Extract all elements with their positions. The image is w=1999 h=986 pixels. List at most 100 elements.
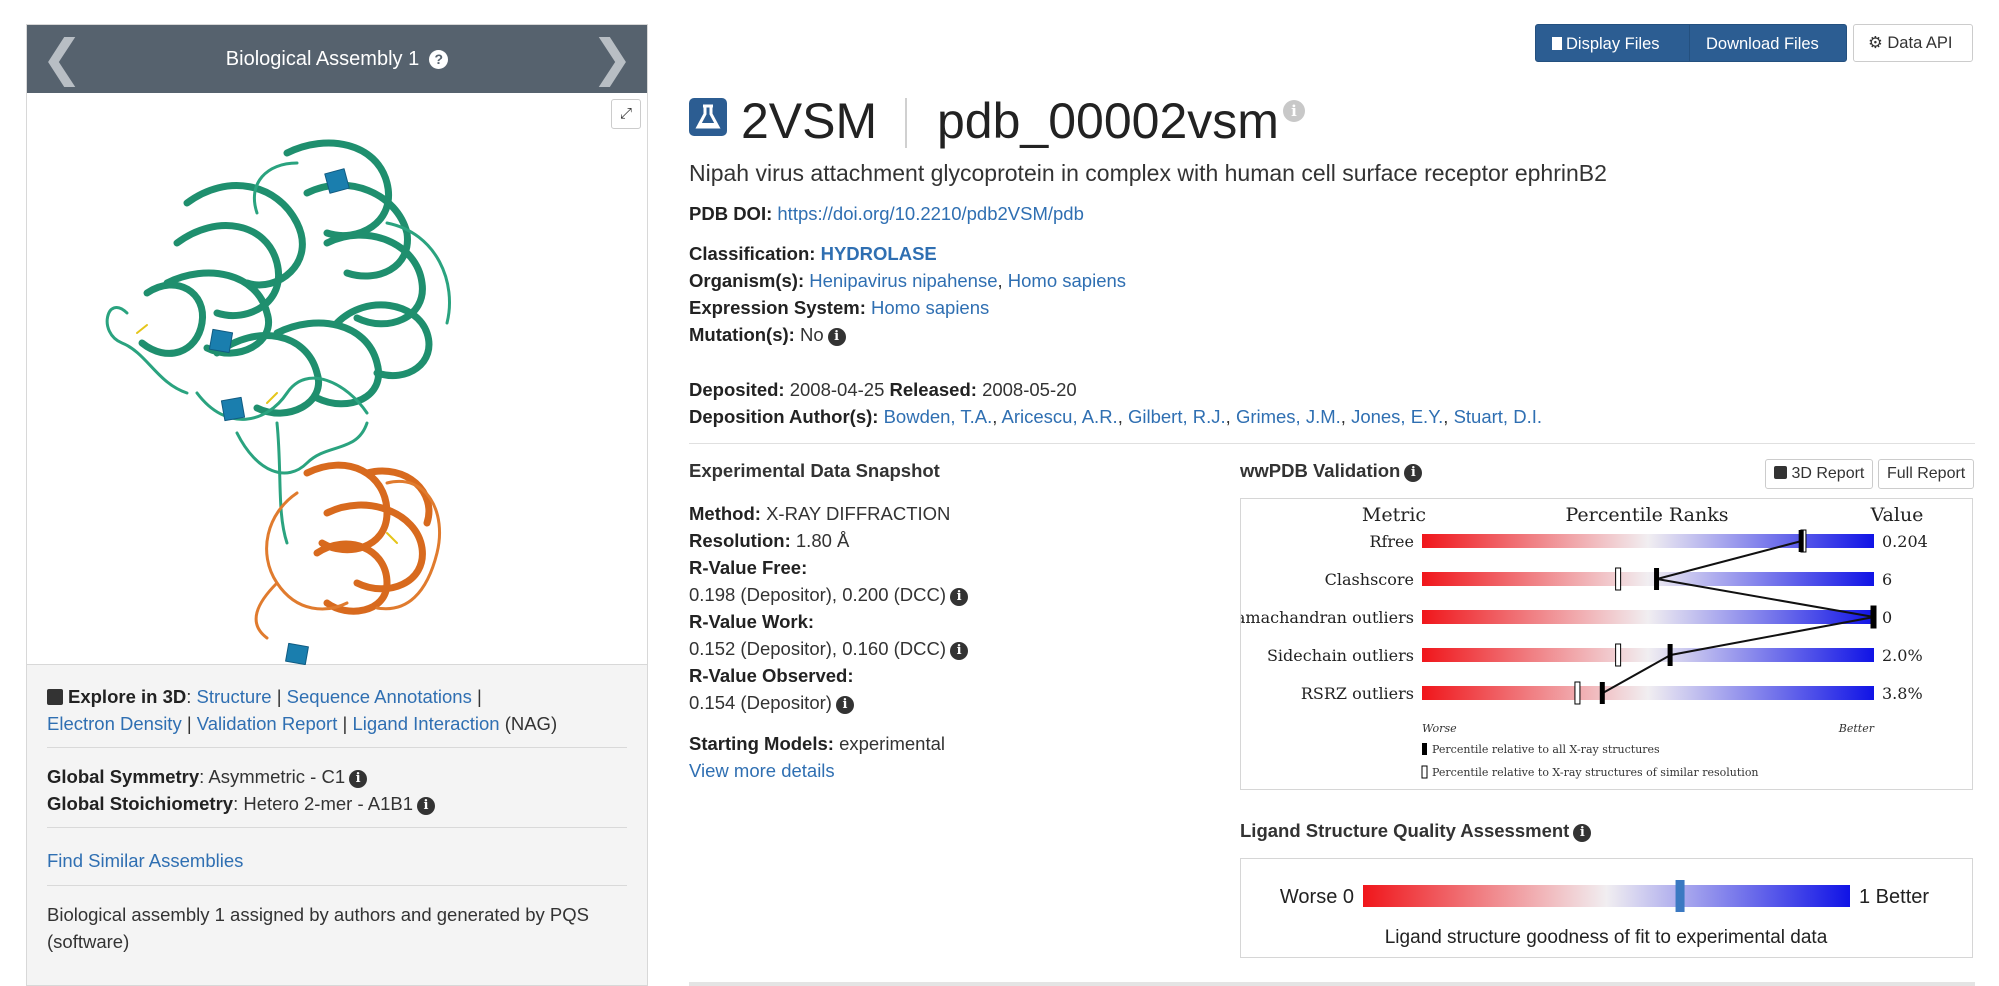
ligand-caption: Ligand structure goodness of fit to expe… (1385, 927, 1828, 948)
author-link[interactable]: Aricescu, A.R. (1002, 406, 1118, 427)
robs-label: R-Value Observed: (689, 665, 854, 686)
authors-label: Deposition Author(s): (689, 406, 879, 427)
entry-title: Nipah virus attachment glycoprotein in c… (689, 160, 1607, 186)
ligand-better-label: 1 Better (1859, 886, 1929, 908)
deposition-block: Deposited: 2008-04-25 Released: 2008-05-… (689, 379, 1542, 427)
classification-label: Classification: (689, 243, 816, 264)
ligand-heading: Ligand Structure Quality Assessment i (1240, 820, 1592, 842)
molecule-viewer[interactable]: ⤢ (27, 93, 647, 666)
validation-heading: wwPDB Validation i (1240, 460, 1423, 482)
metric-value: 2.0% (1882, 646, 1923, 665)
rfree-value: 0.198 (Depositor), 0.200 (DCC) (689, 584, 947, 605)
doi-link[interactable]: https://doi.org/10.2210/pdb2VSM/pdb (777, 203, 1084, 224)
view-more-details-link[interactable]: View more details (689, 760, 835, 781)
divider (47, 747, 627, 748)
full-report-button[interactable]: Full Report (1878, 459, 1975, 489)
validation-heading-text: wwPDB Validation (1240, 460, 1401, 481)
expand-icon[interactable]: ⤢ (611, 99, 641, 129)
robs-value: 0.154 (Depositor) (689, 692, 832, 713)
ligand-worse-label: Worse 0 (1280, 886, 1354, 908)
global-symmetry-value: : Asymmetric - C1 (199, 766, 346, 787)
resolution-value: 1.80 Å (795, 530, 850, 551)
explore-label: Explore in 3D (68, 686, 187, 707)
assembly-note: Biological assembly 1 assigned by author… (47, 904, 589, 952)
organism-link[interactable]: Henipavirus nipahense (809, 270, 997, 291)
download-files-label: Download Files (1706, 35, 1819, 53)
mutation-value: No (799, 324, 824, 345)
separator: | (276, 686, 282, 707)
validation-report-link[interactable]: Validation Report (197, 713, 338, 734)
ligand-gradient-bar (1363, 885, 1850, 907)
mutation-label: Mutation(s): (689, 324, 795, 345)
rwork-label: R-Value Work: (689, 611, 815, 632)
classification-block: Classification: HYDROLASE Organism(s): H… (689, 243, 1127, 346)
organism-link[interactable]: Homo sapiens (1008, 270, 1126, 291)
all-structures-marker (1654, 568, 1660, 590)
method-label: Method: (689, 503, 761, 524)
validation-chart-svg: Metric Percentile Ranks Value Rfree 0.204… (1223, 504, 1927, 779)
title-divider (905, 98, 907, 148)
info-icon[interactable]: i (950, 588, 969, 606)
divider (47, 827, 627, 828)
download-files-button[interactable]: Download Files (1689, 24, 1847, 84)
data-api-label: Data API (1887, 34, 1953, 52)
info-icon[interactable]: i (950, 642, 969, 660)
ligand-score-marker (1675, 880, 1685, 912)
file-icon (1552, 37, 1562, 50)
assembly-panel: ❮ Biological Assembly 1 ? ❯ ⤢ Explore in… (26, 24, 648, 986)
question-circle-icon[interactable]: ? (429, 49, 449, 69)
electron-density-link[interactable]: Electron Density (47, 713, 182, 734)
info-icon[interactable]: i (827, 328, 846, 346)
percentile-bar (1422, 572, 1874, 586)
classification-link[interactable]: HYDROLASE (821, 243, 937, 264)
3d-report-button[interactable]: 3D Report (1765, 459, 1874, 489)
info-icon[interactable]: i (1404, 464, 1423, 482)
metric-label: Ramachandran outliers (1241, 608, 1414, 627)
divider (47, 885, 627, 886)
author-link[interactable]: Stuart, D.I. (1454, 406, 1542, 427)
info-icon[interactable]: i (417, 797, 435, 815)
section-divider (689, 982, 1975, 986)
author-link[interactable]: Gilbert, R.J. (1128, 406, 1226, 427)
metric-label: Sidechain outliers (1267, 646, 1414, 665)
deposited-date: 2008-04-25 (789, 379, 885, 400)
info-icon[interactable]: i (1573, 824, 1592, 842)
ligand-interaction-link[interactable]: Ligand Interaction (352, 713, 499, 734)
sequence-annotations-link[interactable]: Sequence Annotations (287, 686, 472, 707)
cube-icon (1774, 466, 1787, 479)
expression-link[interactable]: Homo sapiens (871, 297, 989, 318)
info-icon[interactable]: i (835, 696, 854, 714)
data-api-button[interactable]: ⚙ Data API (1853, 24, 1973, 62)
find-similar-assemblies-link[interactable]: Find Similar Assemblies (47, 850, 243, 871)
ligand-quality-slider[interactable]: Worse 0 1 Better Ligand structure goodne… (1240, 858, 1973, 958)
display-files-button[interactable]: Display Files (1535, 24, 1690, 84)
assembly-title: Biological Assembly 1 (225, 47, 420, 70)
similar-resolution-marker (1574, 681, 1581, 705)
author-link[interactable]: Bowden, T.A. (884, 406, 993, 427)
experimental-details: Method: X-RAY DIFFRACTION Resolution: 1.… (689, 500, 969, 716)
author-link[interactable]: Jones, E.Y. (1351, 406, 1443, 427)
similar-resolution-marker (1615, 567, 1622, 591)
resolution-label: Resolution: (689, 530, 791, 551)
starting-models-value: experimental (839, 733, 945, 754)
entry-id: 2VSM (741, 93, 878, 149)
divider (689, 443, 1975, 444)
metric-label: Clashscore (1325, 570, 1414, 589)
legend-all-text: Percentile relative to all X-ray structu… (1432, 743, 1660, 756)
all-structures-marker (1599, 682, 1605, 704)
value-column-header: Value (1870, 504, 1924, 526)
validation-slider-chart[interactable]: Metric Percentile Ranks Value Rfree 0.204… (1223, 498, 1973, 790)
cube-icon (47, 689, 63, 705)
info-icon[interactable]: i (1283, 100, 1305, 122)
experimental-heading: Experimental Data Snapshot (689, 460, 940, 481)
author-link[interactable]: Grimes, J.M. (1236, 406, 1341, 427)
chevron-right-icon[interactable]: ❯ (591, 33, 633, 83)
better-label: Better (1838, 722, 1875, 735)
chevron-left-icon[interactable]: ❮ (41, 33, 83, 83)
info-icon[interactable]: i (349, 770, 368, 788)
method-value: X-RAY DIFFRACTION (766, 503, 951, 524)
all-structures-marker (1798, 530, 1804, 552)
metric-value: 6 (1882, 570, 1892, 589)
structure-link[interactable]: Structure (197, 686, 272, 707)
expression-label: Expression System: (689, 297, 866, 318)
